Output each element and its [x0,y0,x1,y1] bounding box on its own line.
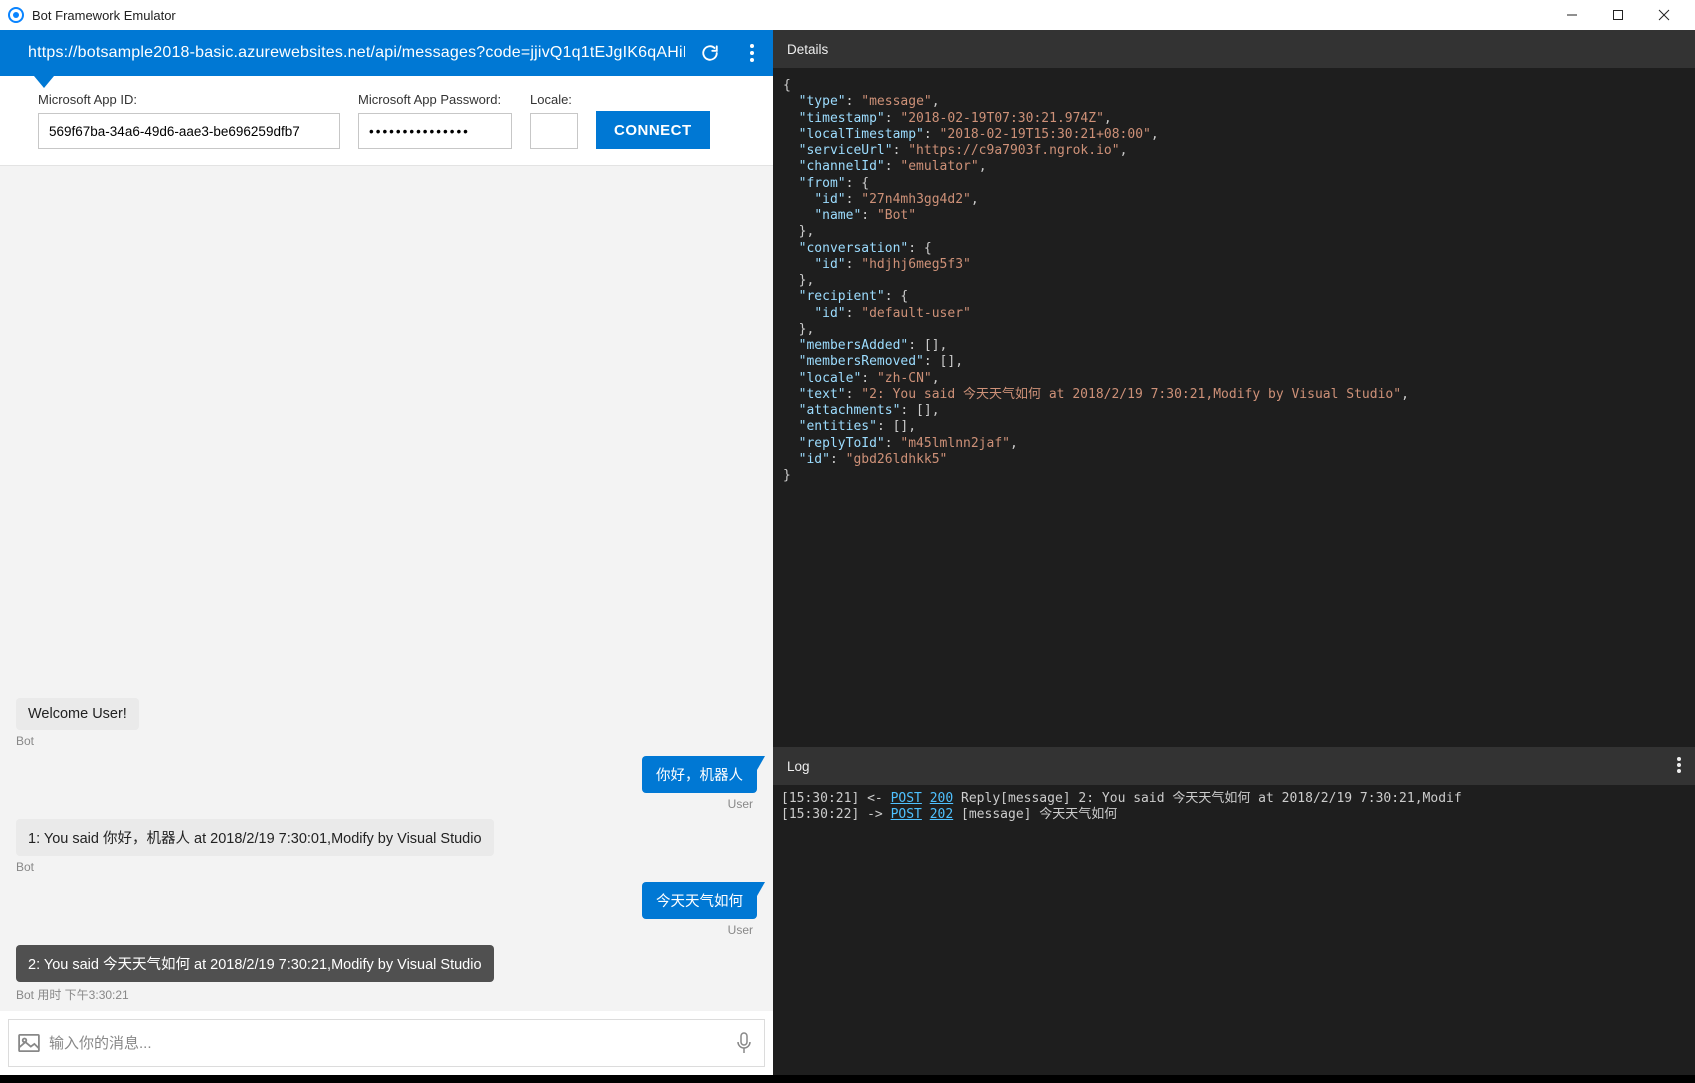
user-message-meta: User [728,923,757,937]
details-body[interactable]: { "type": "message", "timestamp": "2018-… [773,68,1695,747]
password-label: Microsoft App Password: [358,92,512,107]
details-title: Details [787,42,828,57]
details-header: Details [773,30,1695,68]
user-message-bubble[interactable]: 今天天气如何 [642,882,757,919]
bot-message-bubble[interactable]: Welcome User! [16,698,139,730]
locale-input[interactable] [530,113,578,149]
emulator-pane: Microsoft App ID: Microsoft App Password… [0,30,773,1075]
chat-area[interactable]: Welcome User! Bot 你好，机器人 User 1: You said 你好… [0,166,773,1011]
app-icon [8,7,24,23]
bot-message-meta: Bot [16,860,757,874]
log-line[interactable]: [15:30:21] <- POST 200 Reply[message] 2:… [781,791,1687,807]
window-maximize-button[interactable] [1595,0,1641,30]
bot-message-bubble[interactable]: 2: You said 今天天气如何 at 2018/2/19 7:30:21,… [16,945,494,982]
titlebar: Bot Framework Emulator [0,0,1695,30]
bot-message-bubble[interactable]: 1: You said 你好，机器人 at 2018/2/19 7:30:01,… [16,819,494,856]
inspector-pane: Details { "type": "message", "timestamp"… [773,30,1695,1075]
log-more-button[interactable] [1677,757,1681,776]
log-body[interactable]: [15:30:21] <- POST 200 Reply[message] 2:… [773,785,1695,1075]
address-pointer-icon [34,76,54,88]
bot-message-meta: Bot [16,734,757,748]
log-line[interactable]: [15:30:22] -> POST 202 [message] 今天天气如何 [781,807,1687,823]
user-message-bubble[interactable]: 你好，机器人 [642,756,757,793]
microphone-icon[interactable] [724,1032,764,1054]
log-header: Log [773,747,1695,785]
window-minimize-button[interactable] [1549,0,1595,30]
refresh-button[interactable] [689,30,731,76]
compose-bar [8,1019,765,1067]
attach-image-icon[interactable] [9,1034,49,1052]
appid-input[interactable] [38,113,340,149]
connect-button[interactable]: CONNECT [596,111,710,149]
appid-label: Microsoft App ID: [38,92,340,107]
app-title: Bot Framework Emulator [32,8,176,23]
bot-message-meta: Bot 用时 下午3:30:21 [16,986,757,1003]
user-message-meta: User [728,797,757,811]
log-title: Log [787,759,810,774]
address-more-button[interactable] [731,30,773,76]
locale-label: Locale: [530,92,578,107]
footer-strip [0,1075,1695,1083]
address-bar [0,30,773,76]
password-input[interactable] [358,113,512,149]
compose-input[interactable] [49,1020,724,1066]
connection-form: Microsoft App ID: Microsoft App Password… [0,76,773,166]
window-close-button[interactable] [1641,0,1687,30]
endpoint-url-input[interactable] [28,44,685,62]
